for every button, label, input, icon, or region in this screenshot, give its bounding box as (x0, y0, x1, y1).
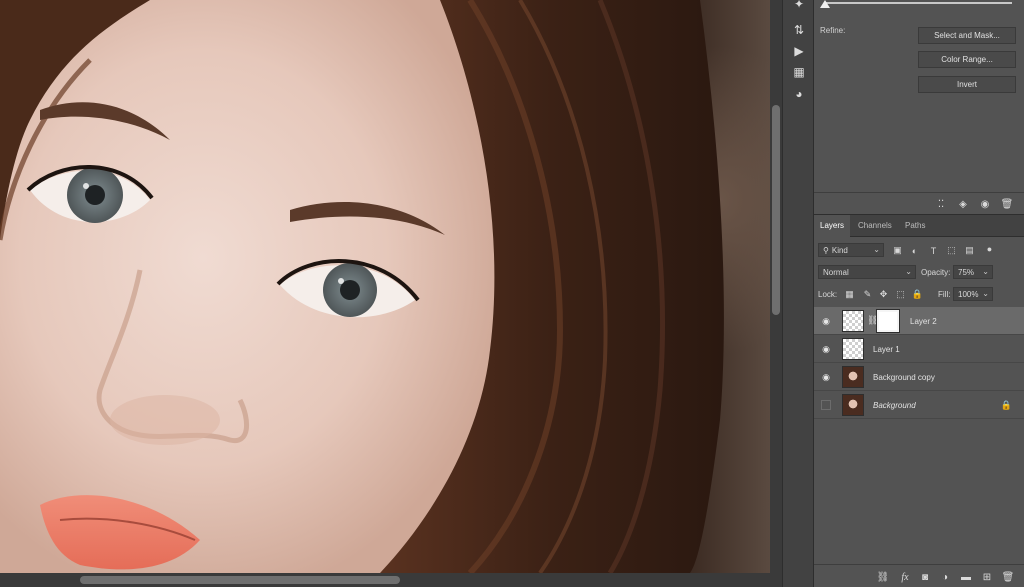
portrait-photo (0, 0, 724, 573)
shape-filter-icon[interactable]: ⬚ (946, 245, 957, 256)
new-group-icon[interactable]: ▬ (959, 570, 973, 584)
filter-kind-label: Kind (831, 245, 848, 255)
layer-row-background[interactable]: Background 🔒 (814, 391, 1024, 419)
fx-icon[interactable]: fx (898, 570, 912, 584)
layers-panel-tabs: Layers Channels Paths (814, 215, 1024, 237)
layer-thumbnail (842, 338, 864, 360)
vertical-scrollbar[interactable] (770, 0, 782, 573)
horizontal-scrollbar[interactable] (0, 573, 782, 587)
opacity-field[interactable]: 75% ⌄ (953, 265, 993, 279)
layer-name[interactable]: Layer 1 (873, 345, 900, 354)
blend-mode-value: Normal (823, 267, 849, 277)
blend-mode-select[interactable]: Normal ⌄ (818, 265, 916, 279)
layer-mask-thumbnail[interactable] (876, 309, 900, 333)
layers-panel: Layers Channels Paths ⚲ Kind ⌄ ▣ ◐ T ⬚ ▤… (814, 214, 1024, 587)
search-icon: ⚲ (823, 245, 829, 255)
fill-value: 100% (958, 289, 979, 299)
eye-icon[interactable]: ◉ (820, 343, 832, 355)
layer-thumbnail (842, 366, 864, 388)
color-range-button[interactable]: Color Range... (918, 51, 1016, 68)
layer-row-layer-1[interactable]: ◉ Layer 1 (814, 335, 1024, 363)
horizontal-scroll-thumb[interactable] (80, 576, 400, 584)
properties-panel: Refine: Select and Mask... Color Range..… (814, 0, 1024, 214)
density-slider-track[interactable] (824, 2, 1012, 4)
opacity-value: 75% (958, 267, 975, 277)
invert-button[interactable]: Invert (918, 76, 1016, 93)
fill-field[interactable]: 100% ⌄ (953, 287, 993, 301)
smart-object-filter-icon[interactable]: ▤ (964, 245, 975, 256)
grid-icon[interactable]: ▦ (791, 64, 807, 80)
layer-thumbnail (842, 310, 864, 332)
history-icon[interactable]: ⇅ (791, 22, 807, 38)
layer-name[interactable]: Layer 2 (910, 317, 937, 326)
pixel-filter-icon[interactable]: ▣ (892, 245, 903, 256)
load-selection-icon[interactable]: ⁚⁚ (934, 197, 948, 211)
chevron-down-icon: ⌄ (873, 245, 880, 254)
actions-play-icon[interactable]: ▶ (791, 43, 807, 59)
layer-name[interactable]: Background copy (873, 373, 935, 382)
swatches-palette-icon[interactable]: ◕ (791, 86, 807, 102)
properties-footer: ⁚⁚ ◈ ◉ 🗑 (814, 192, 1024, 214)
refine-label: Refine: (820, 26, 846, 35)
tab-paths[interactable]: Paths (899, 215, 931, 237)
add-mask-icon[interactable]: ◙ (918, 570, 932, 584)
opacity-label: Opacity: (921, 268, 951, 277)
visibility-eye-icon[interactable]: ◉ (978, 197, 992, 211)
delete-layer-icon[interactable]: 🗑 (1001, 570, 1015, 584)
density-slider-thumb[interactable] (820, 0, 830, 8)
new-layer-icon[interactable]: ⊞ (980, 570, 994, 584)
chevron-down-icon: ⌄ (982, 289, 989, 298)
link-layers-icon[interactable]: ⛓ (876, 570, 890, 584)
layers-footer: ⛓ fx ◙ ◑ ▬ ⊞ 🗑 (814, 564, 1024, 587)
brush-settings-icon[interactable]: ✦ (791, 0, 807, 12)
select-and-mask-button[interactable]: Select and Mask... (918, 27, 1016, 44)
chevron-down-icon: ⌄ (982, 267, 989, 276)
adjustment-layer-icon[interactable]: ◑ (938, 570, 952, 584)
visibility-toggle-off[interactable] (821, 400, 831, 410)
layer-filter-select[interactable]: ⚲ Kind ⌄ (818, 243, 884, 257)
prevent-autonest-icon[interactable]: ⬚ (895, 289, 906, 300)
eye-icon[interactable]: ◉ (820, 371, 832, 383)
lock-transparent-pixels-icon[interactable]: ▦ (844, 289, 855, 300)
layer-thumbnail (842, 394, 864, 416)
lock-icon: 🔒 (1000, 400, 1012, 410)
layer-row-layer-2[interactable]: ◉ ⛓ Layer 2 (814, 307, 1024, 335)
document-canvas[interactable] (0, 0, 770, 573)
filter-toggle-icon[interactable]: ● (984, 243, 995, 254)
lock-position-icon[interactable]: ✥ (878, 289, 889, 300)
layer-row-background-copy[interactable]: ◉ Background copy (814, 363, 1024, 391)
vertical-scroll-thumb[interactable] (772, 105, 780, 315)
lock-image-pixels-icon[interactable]: ✎ (862, 289, 873, 300)
adjustment-filter-icon[interactable]: ◐ (909, 245, 920, 256)
type-filter-icon[interactable]: T (928, 245, 939, 256)
panel-icon-strip: ✦ ⇅ ▶ ▦ ◕ (782, 0, 814, 587)
eye-icon[interactable]: ◉ (820, 315, 832, 327)
lock-all-icon[interactable]: 🔒 (912, 289, 923, 300)
delete-mask-icon[interactable]: 🗑 (1000, 197, 1014, 211)
right-panels: Refine: Select and Mask... Color Range..… (814, 0, 1024, 587)
fill-label: Fill: (938, 290, 951, 299)
apply-mask-icon[interactable]: ◈ (956, 197, 970, 211)
tab-layers[interactable]: Layers (814, 215, 851, 237)
lock-label: Lock: (818, 290, 838, 299)
chevron-down-icon: ⌄ (905, 267, 912, 276)
tab-channels[interactable]: Channels (852, 215, 898, 237)
layer-name[interactable]: Background (873, 401, 916, 410)
